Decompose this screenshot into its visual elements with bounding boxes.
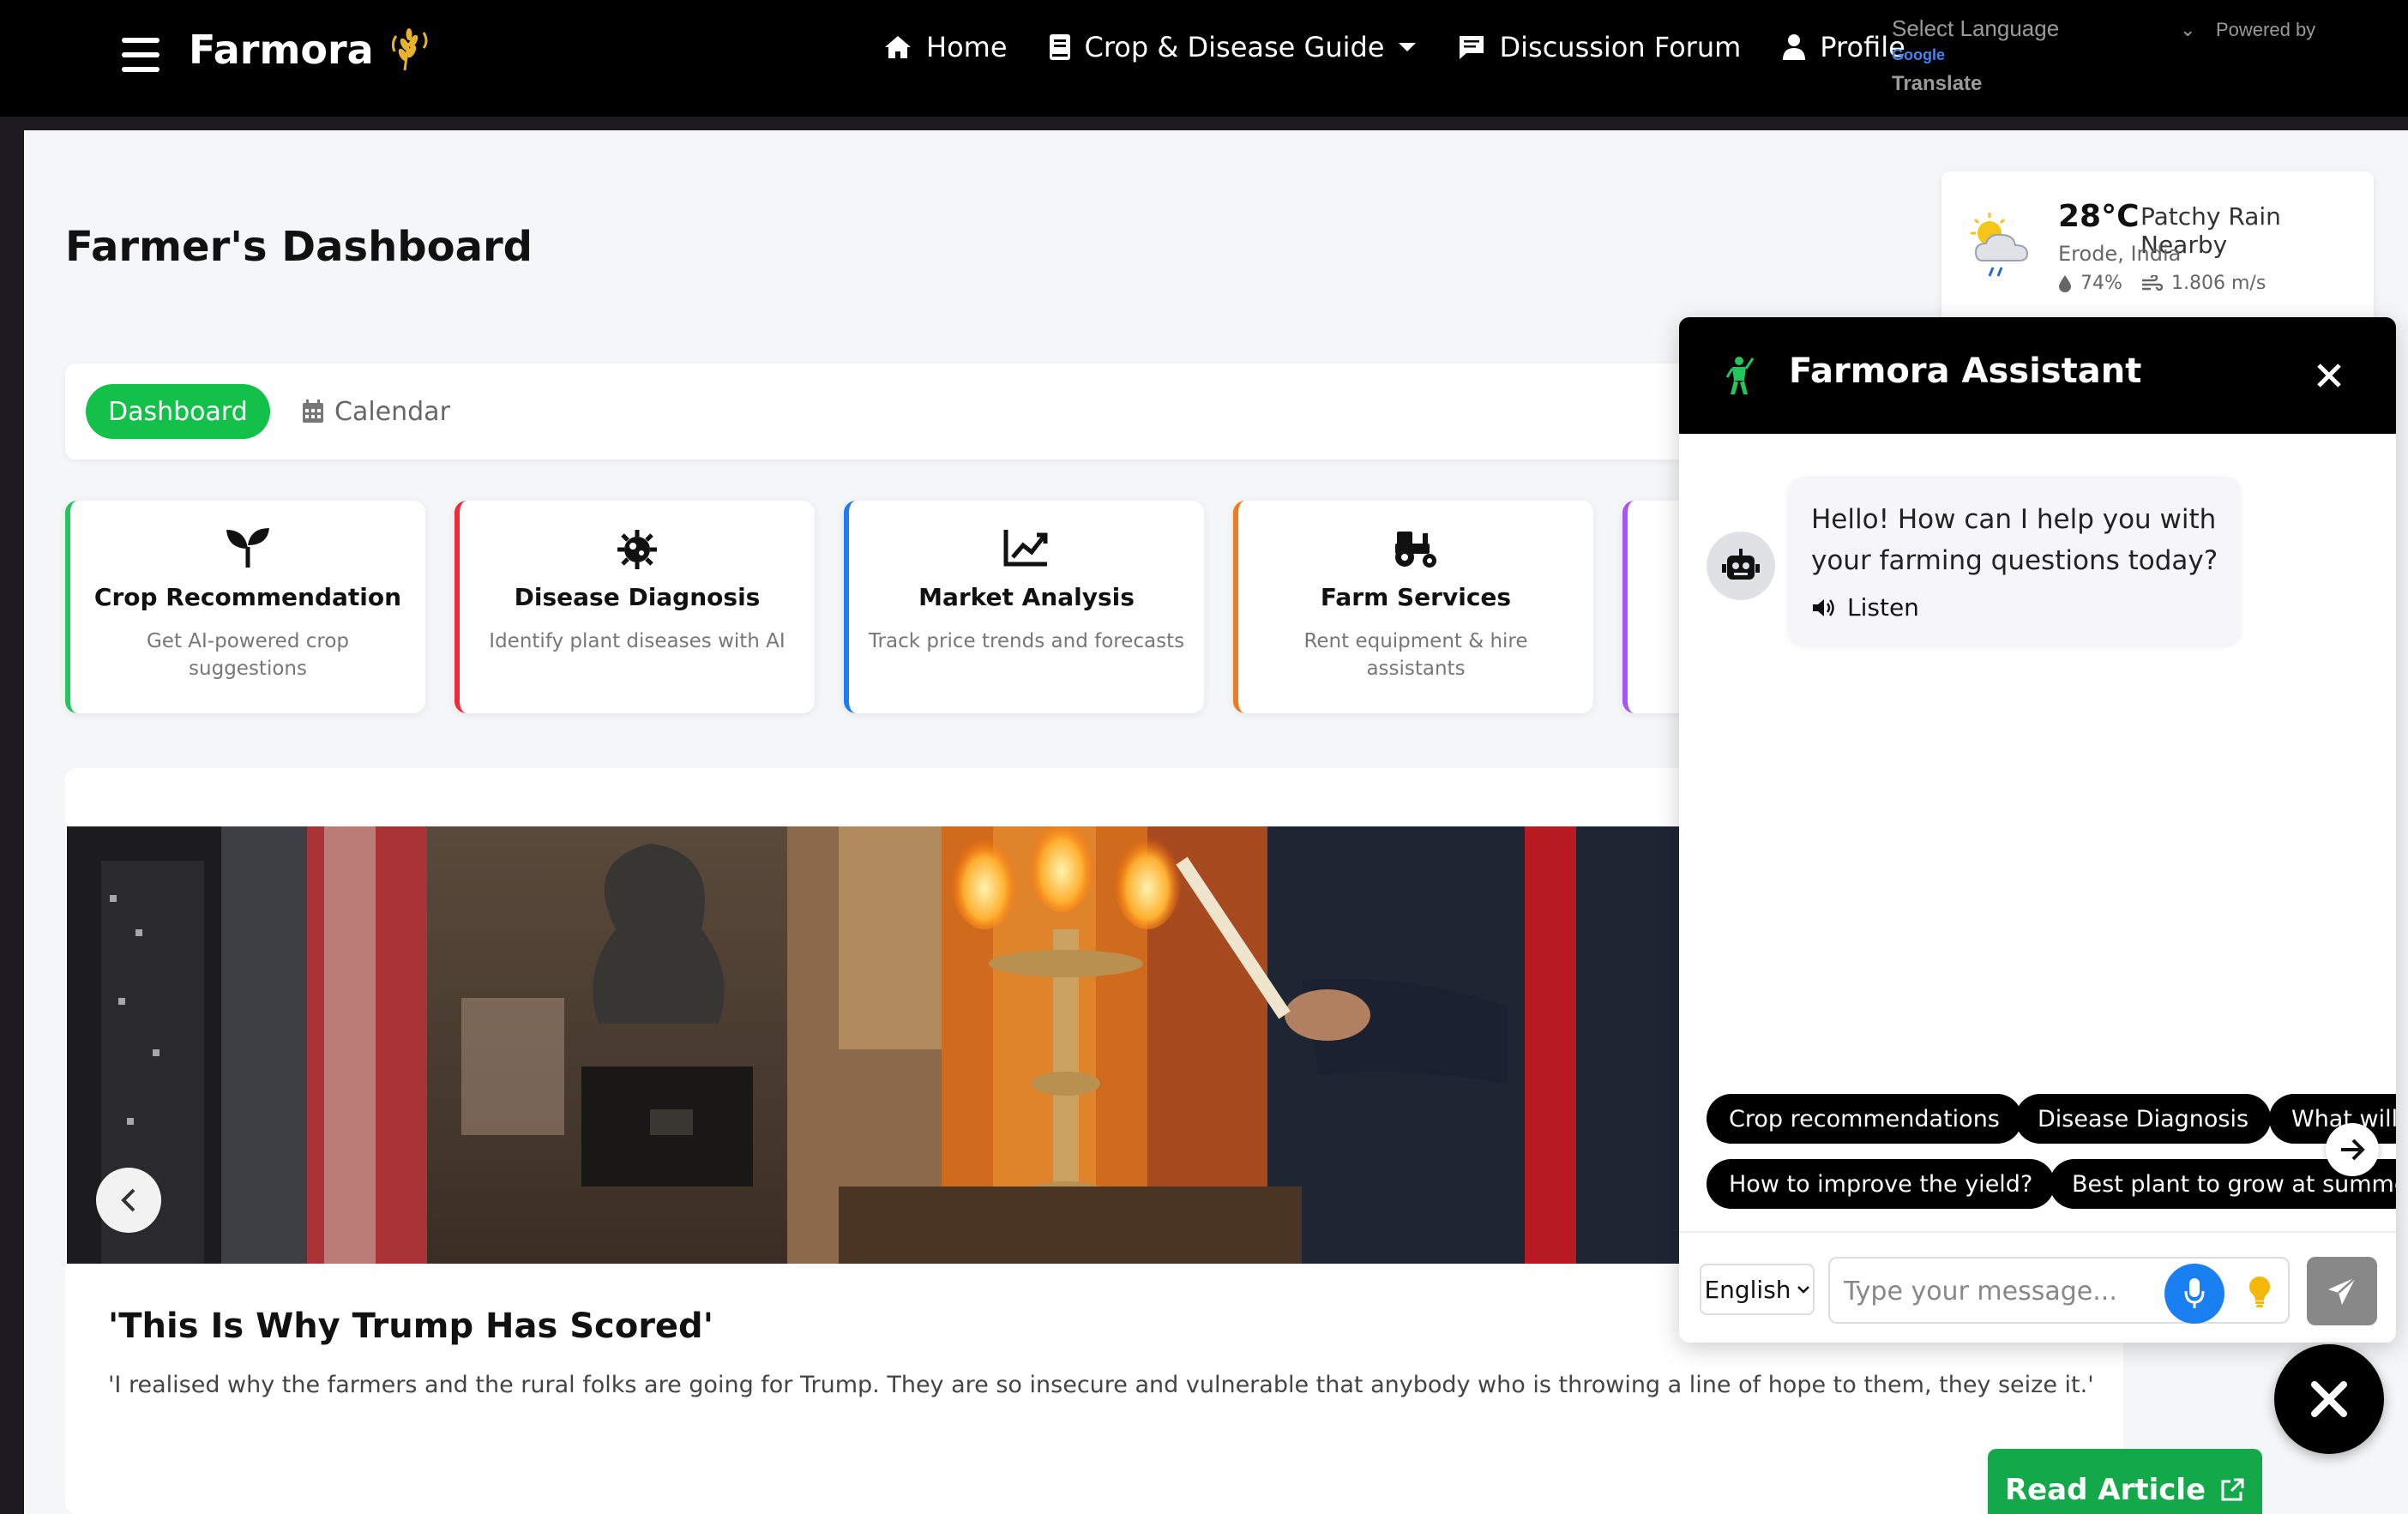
chart-line-icon xyxy=(1003,530,1048,567)
language-value: English xyxy=(1704,1275,1791,1304)
listen-label: Listen xyxy=(1847,593,1919,622)
hamburger-menu-icon[interactable] xyxy=(122,38,160,72)
speaker-icon xyxy=(1813,598,1834,616)
feature-title: Farm Services xyxy=(1320,583,1512,611)
tab-calendar[interactable]: Calendar xyxy=(302,384,450,439)
nav-home-label: Home xyxy=(926,31,1008,63)
tips-button[interactable] xyxy=(2238,1271,2281,1313)
carousel-prev-button[interactable] xyxy=(96,1168,161,1233)
news-image xyxy=(67,826,1679,1264)
feature-desc: Identify plant diseases with AI xyxy=(489,630,786,652)
chevron-down-icon xyxy=(1797,1286,1809,1294)
weather-temperature: 28°C xyxy=(2058,199,2140,234)
virus-icon xyxy=(617,530,657,569)
chat-close-button[interactable] xyxy=(2305,351,2353,400)
feature-title: Crop Recommendation xyxy=(93,583,402,611)
calendar-icon xyxy=(303,400,323,423)
caret-down-icon xyxy=(1399,43,1417,51)
send-button[interactable] xyxy=(2307,1257,2377,1325)
feature-card-crop-recommendation[interactable]: Crop Recommendation Get AI-powered crop … xyxy=(65,501,425,713)
feature-title: Disease Diagnosis xyxy=(514,583,761,611)
chat-header: Farmora Assistant xyxy=(1679,317,2396,434)
chat-toggle-button[interactable] xyxy=(2274,1344,2384,1454)
read-article-button[interactable]: Read Article xyxy=(1988,1449,2262,1514)
close-icon xyxy=(2311,1381,2347,1417)
suggestion-chip[interactable]: How to improve the yield? xyxy=(1707,1159,2056,1209)
nav-crop-guide[interactable]: Crop & Disease Guide xyxy=(1049,31,1418,63)
feature-card-farm-services[interactable]: Farm Services Rent equipment & hire assi… xyxy=(1233,501,1593,713)
language-select[interactable]: English xyxy=(1700,1264,1815,1315)
mic-button[interactable] xyxy=(2164,1264,2224,1324)
humidity-value: 74% xyxy=(2080,273,2122,294)
tab-calendar-label: Calendar xyxy=(334,396,450,427)
tractor-icon xyxy=(1395,532,1436,568)
droplet-icon xyxy=(2059,274,2071,292)
weather-wind: 1.806 m/s xyxy=(2140,273,2266,294)
chat-title: Farmora Assistant xyxy=(1789,351,2142,391)
news-photo xyxy=(67,826,1679,1264)
bot-message: Hello! How can I help you with your farm… xyxy=(1789,477,2240,645)
chat-icon xyxy=(1460,36,1484,59)
user-icon xyxy=(1783,34,1806,60)
page-title: Farmer's Dashboard xyxy=(65,223,533,271)
weather-location: Erode, India xyxy=(2058,242,2182,266)
feature-desc: Get AI-powered crop suggestions xyxy=(146,630,350,680)
home-icon xyxy=(885,36,911,58)
sprout-icon xyxy=(226,528,269,568)
bot-avatar xyxy=(1707,532,1775,600)
wheat-icon xyxy=(391,28,428,71)
powered-by-label: Powered by xyxy=(2216,19,2316,40)
external-link-icon xyxy=(2221,1478,2244,1501)
weather-humidity: 74% xyxy=(2058,273,2122,294)
chat-widget: Farmora Assistant Hello! How can I help … xyxy=(1679,317,2396,1343)
close-icon xyxy=(2317,363,2341,388)
bot-message-text: Hello! How can I help you with your farm… xyxy=(1811,504,2218,576)
microphone-icon xyxy=(2184,1278,2205,1308)
brand-logo[interactable]: Farmora xyxy=(189,26,434,74)
top-navbar: Farmora Home Crop & Disease Guide Discus… xyxy=(0,0,2408,117)
nav-forum-label: Discussion Forum xyxy=(1499,31,1742,63)
weather-rain-cloud-icon xyxy=(1971,213,2029,277)
feature-card-disease-diagnosis[interactable]: Disease Diagnosis Identify plant disease… xyxy=(455,501,815,713)
read-article-label: Read Article xyxy=(2004,1473,2206,1507)
news-title: 'This Is Why Trump Has Scored' xyxy=(108,1307,713,1346)
feature-desc: Track price trends and forecasts xyxy=(868,630,1185,652)
feature-desc: Rent equipment & hire assistants xyxy=(1303,630,1528,680)
tab-dashboard[interactable]: Dashboard xyxy=(86,384,270,439)
dashboard-tabs: Dashboard Calendar xyxy=(65,363,1780,460)
robot-icon xyxy=(1722,549,1760,580)
send-icon xyxy=(2328,1277,2357,1305)
feature-title: Market Analysis xyxy=(918,583,1135,611)
wind-icon xyxy=(2142,274,2163,291)
weather-widget: 28°C Patchy Rain Nearby Erode, India 74%… xyxy=(1941,171,2374,326)
google-translate-widget[interactable]: Select Language ⌄ Powered by Google Tran… xyxy=(1892,15,2338,101)
chevron-down-icon: ⌄ xyxy=(2180,19,2196,40)
wind-value: 1.806 m/s xyxy=(2171,273,2267,294)
nav-profile[interactable]: Profile xyxy=(1782,31,1905,63)
chat-input-bar: English xyxy=(1679,1231,2396,1343)
nav-links: Home Crop & Disease Guide Discussion For… xyxy=(883,31,1905,63)
nav-forum[interactable]: Discussion Forum xyxy=(1458,31,1741,63)
listen-button[interactable]: Listen xyxy=(1811,593,1919,622)
suggestion-chip[interactable]: Disease Diagnosis xyxy=(2015,1094,2272,1144)
translate-label: Translate xyxy=(1892,72,1983,95)
lightbulb-icon xyxy=(2248,1276,2271,1307)
suggestion-chip[interactable]: Crop recommendations xyxy=(1707,1094,2022,1144)
book-icon xyxy=(1049,34,1070,60)
message-box xyxy=(1828,1257,2290,1324)
chips-scroll-right-button[interactable] xyxy=(2326,1123,2379,1176)
message-input[interactable] xyxy=(1844,1271,2152,1312)
chevron-left-icon xyxy=(121,1188,135,1212)
brand-name: Farmora xyxy=(189,27,374,73)
farmer-icon xyxy=(1725,357,1755,394)
news-description: 'I realised why the farmers and the rura… xyxy=(108,1372,2094,1398)
nav-home[interactable]: Home xyxy=(883,31,1008,63)
arrow-right-icon xyxy=(2341,1139,2365,1161)
feature-card-market-analysis[interactable]: Market Analysis Track price trends and f… xyxy=(844,501,1204,713)
google-logo: Google xyxy=(1892,46,1945,63)
select-language-label: Select Language xyxy=(1892,15,2060,41)
nav-crop-guide-label: Crop & Disease Guide xyxy=(1084,31,1385,63)
